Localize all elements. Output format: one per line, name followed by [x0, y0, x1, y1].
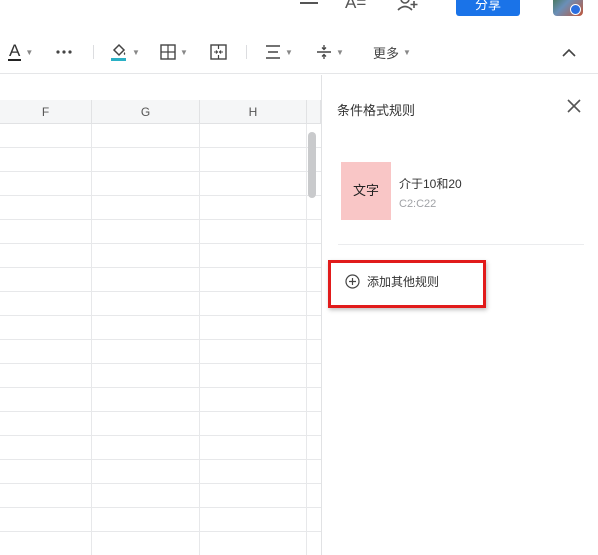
column-header-next[interactable]	[307, 100, 321, 124]
font-size-icon[interactable]: A=	[345, 0, 366, 11]
format-toolbar: A ▼ ▼ ▼ ▼ ▼ 更多 ▼	[0, 30, 598, 74]
avatar[interactable]	[553, 0, 583, 16]
column-header-g[interactable]: G	[92, 100, 200, 124]
rule-description: 介于10和20	[399, 177, 462, 191]
plus-circle-icon	[345, 274, 360, 289]
chevron-down-icon: ▼	[25, 47, 34, 57]
merge-cells-icon	[210, 44, 227, 60]
more-label: 更多	[373, 45, 400, 61]
vertical-scrollbar[interactable]	[308, 132, 316, 198]
rule-style-preview: 文字	[341, 162, 391, 220]
collapse-toolbar-button[interactable]	[562, 42, 576, 62]
fill-color-icon	[111, 43, 126, 61]
chevron-down-icon: ▼	[285, 47, 293, 57]
more-options-button[interactable]	[56, 42, 72, 62]
vertical-align-icon	[317, 45, 331, 59]
rule-range: C2:C22	[399, 198, 437, 210]
more-button[interactable]: 更多 ▼	[373, 42, 411, 62]
fill-color-button[interactable]: ▼	[110, 42, 140, 62]
add-user-icon[interactable]	[397, 0, 419, 14]
font-color-icon: A	[8, 41, 22, 61]
close-icon[interactable]	[565, 97, 583, 115]
panel-divider	[338, 244, 584, 245]
border-icon	[160, 44, 176, 60]
horizontal-align-button[interactable]: ▼	[265, 42, 293, 62]
spreadsheet-grid[interactable]: F G H	[0, 100, 321, 555]
panel-title: 条件格式规则	[337, 103, 416, 118]
vertical-align-button[interactable]: ▼	[316, 42, 344, 62]
column-header-h[interactable]: H	[200, 100, 307, 124]
toolbar-divider	[93, 45, 94, 59]
grid-cells[interactable]	[0, 124, 321, 555]
chevron-down-icon: ▼	[180, 47, 188, 57]
toolbar-divider	[246, 45, 247, 59]
share-button[interactable]: 分享	[456, 0, 520, 16]
more-dots-icon	[56, 50, 72, 54]
chevron-down-icon: ▼	[336, 47, 344, 57]
conditional-format-panel: 条件格式规则 文字 介于10和20 C2:C22 添加其他规则	[321, 75, 598, 555]
font-color-button[interactable]: A ▼	[8, 42, 33, 62]
border-button[interactable]: ▼	[160, 42, 188, 62]
avatar-badge	[570, 4, 581, 15]
top-header: A= 分享	[0, 0, 598, 30]
menu-icon[interactable]	[300, 0, 318, 12]
add-rule-button[interactable]: 添加其他规则	[345, 273, 439, 290]
column-header-f[interactable]: F	[0, 100, 92, 124]
chevron-down-icon: ▼	[132, 47, 140, 57]
chevron-down-icon: ▼	[403, 47, 411, 57]
align-icon	[266, 45, 280, 59]
chevron-up-icon	[562, 48, 576, 57]
rule-card[interactable]: 文字 介于10和20 C2:C22	[336, 159, 586, 223]
merge-cells-button[interactable]	[210, 42, 227, 62]
add-rule-label: 添加其他规则	[367, 275, 440, 289]
